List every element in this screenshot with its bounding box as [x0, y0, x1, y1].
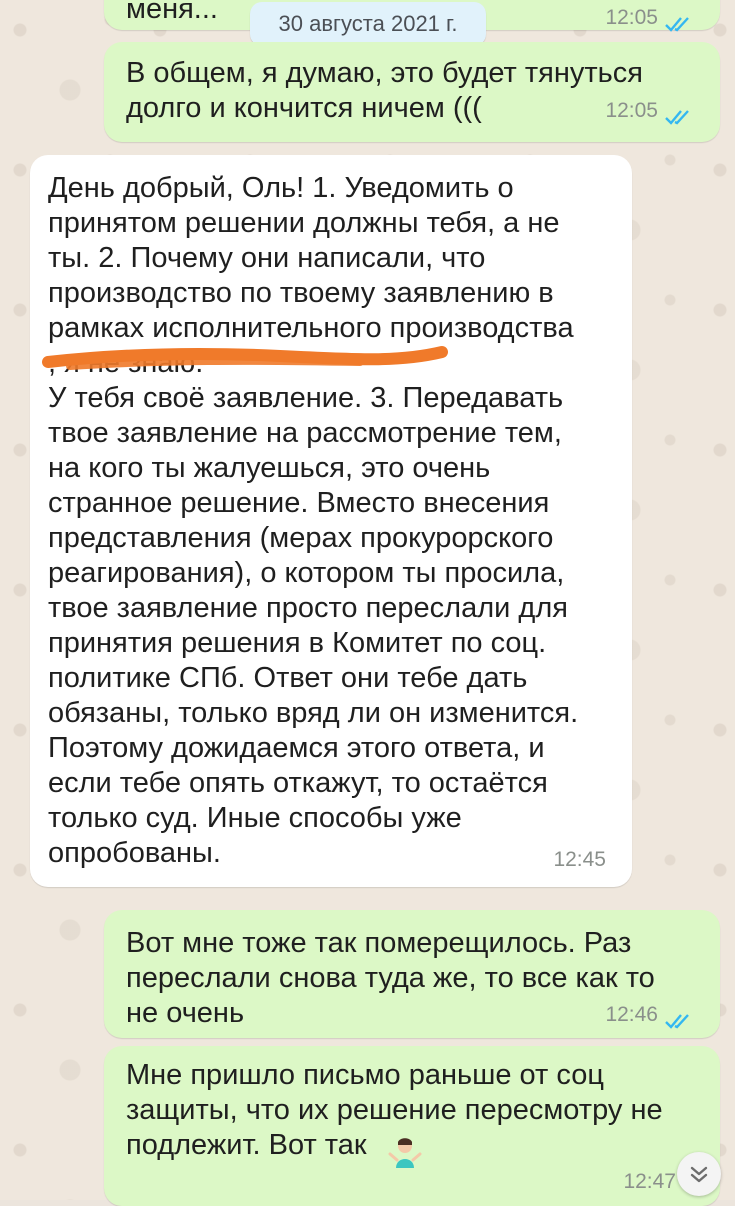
- message-meta: 12:46: [605, 997, 694, 1032]
- message-bubble-outgoing[interactable]: Вот мне тоже так померещилось. Раз перес…: [104, 910, 720, 1038]
- message-bubble-incoming[interactable]: День добрый, Оль! 1. Уведомить о принято…: [30, 155, 632, 887]
- message-time: 12:46: [605, 1003, 658, 1026]
- message-meta: 12:47: [623, 1164, 676, 1199]
- redaction-scribble: [42, 346, 448, 370]
- person-shrugging-emoji-icon: [388, 1136, 422, 1170]
- message-time: 12:45: [553, 848, 606, 871]
- read-ticks-icon: [664, 9, 694, 32]
- message-meta: 12:05: [605, 0, 694, 35]
- scroll-to-bottom-button[interactable]: [677, 1152, 721, 1196]
- message-meta: 12:45: [553, 842, 606, 877]
- message-time: 12:47: [623, 1170, 676, 1193]
- message-text: День добрый, Оль! 1. Уведомить о принято…: [48, 172, 579, 869]
- message-meta: 12:05: [605, 93, 694, 128]
- date-separator: 30 августа 2021 г.: [250, 2, 486, 46]
- message-text: Вот мне тоже так померещилось. Раз перес…: [126, 927, 655, 1029]
- message-text: В общем, я думаю, это будет тянуться дол…: [126, 57, 643, 124]
- message-text: меня...: [126, 0, 218, 25]
- message-time: 12:05: [605, 6, 658, 29]
- read-ticks-icon: [664, 1006, 694, 1029]
- message-bubble-outgoing[interactable]: В общем, я думаю, это будет тянуться дол…: [104, 42, 720, 142]
- read-ticks-icon: [664, 102, 694, 125]
- message-bubble-outgoing[interactable]: Мне пришло письмо раньше от соц защиты, …: [104, 1046, 720, 1206]
- double-chevron-down-icon: [690, 1166, 708, 1183]
- message-time: 12:05: [605, 99, 658, 122]
